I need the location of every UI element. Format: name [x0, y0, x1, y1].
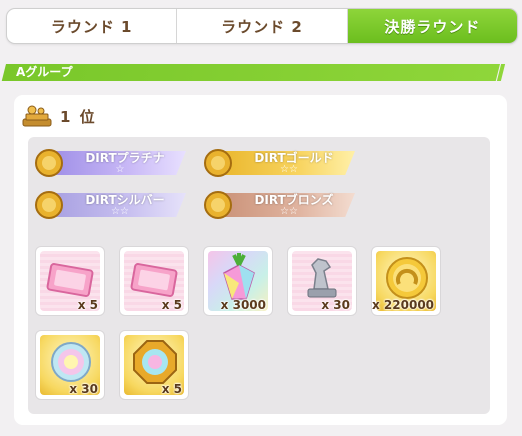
- badge-stars: ☆☆: [280, 164, 298, 175]
- rainbow-carrot-icon: [223, 253, 255, 300]
- rainbow-disc-icon: [51, 342, 91, 382]
- trophy-icon: [22, 105, 52, 127]
- tab-final-round[interactable]: 決勝ラウンド: [347, 9, 517, 43]
- item-count: x 30: [321, 298, 350, 312]
- badge-dirt-platinum: DIRTプラチナ ☆: [34, 148, 189, 178]
- badge-dirt-gold: DIRTゴールド ☆☆: [203, 148, 358, 178]
- tab-round-2[interactable]: ラウンド 2: [177, 9, 348, 43]
- badge-dirt-silver: DIRTシルバー ☆☆: [34, 190, 189, 220]
- item-count: x 5: [77, 298, 98, 312]
- reward-item[interactable]: x 3000: [203, 246, 273, 316]
- item-count: x 220000: [372, 298, 435, 312]
- badge-dirt-bronze: DIRTブロンズ ☆☆: [203, 190, 358, 220]
- badge-stars: ☆☆: [280, 206, 298, 217]
- silver-horse-statue-icon: [307, 258, 337, 298]
- item-count: x 3000: [220, 298, 266, 312]
- reward-item[interactable]: x 5: [35, 246, 105, 316]
- badge-stars: ☆☆: [111, 206, 129, 217]
- tab-round-1[interactable]: ラウンド 1: [7, 9, 178, 43]
- medal-icon: [204, 191, 232, 219]
- round-tabs: ラウンド 1 ラウンド 2 決勝ラウンド: [6, 8, 518, 44]
- medal-icon: [204, 149, 232, 177]
- rank-row: 1 位: [22, 104, 97, 128]
- item-count: x 5: [161, 382, 182, 396]
- reward-item[interactable]: x 30: [287, 246, 357, 316]
- gold-octagon-medal-icon: [133, 340, 177, 384]
- reward-item[interactable]: x 30: [35, 330, 105, 400]
- badge-stars: ☆: [115, 164, 125, 175]
- group-header-bar: [1, 64, 501, 81]
- medal-icon: [35, 149, 63, 177]
- gold-horseshoe-coin-icon: [386, 257, 428, 299]
- reward-item[interactable]: x 220000: [371, 246, 441, 316]
- group-label: Aグループ: [16, 65, 73, 79]
- reward-item[interactable]: x 5: [119, 246, 189, 316]
- pink-ticket-icon: [46, 263, 94, 297]
- item-count: x 5: [161, 298, 182, 312]
- medal-icon: [35, 191, 63, 219]
- rank-label: 1 位: [60, 107, 97, 126]
- reward-item[interactable]: x 5: [119, 330, 189, 400]
- pink-ticket-icon: [130, 263, 178, 297]
- item-count: x 30: [69, 382, 98, 396]
